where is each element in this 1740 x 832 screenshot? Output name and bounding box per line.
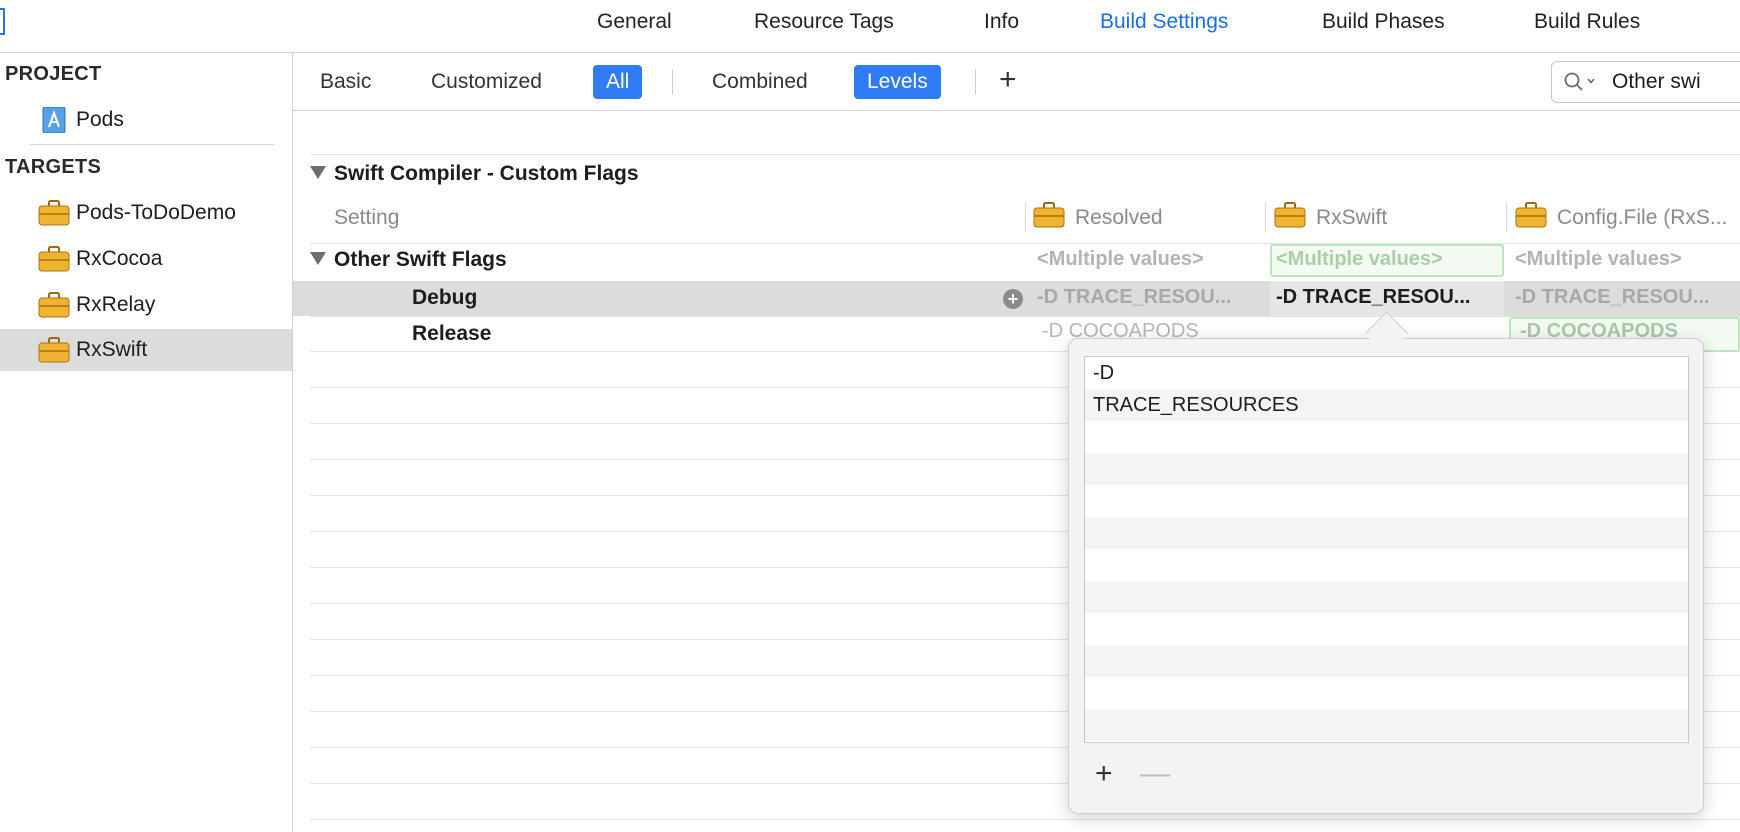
column-title: Resolved — [1075, 206, 1163, 229]
sidebar-item-pods[interactable]: Pods — [0, 99, 292, 141]
tab-build-rules[interactable]: Build Rules — [1534, 10, 1640, 34]
disclosure-triangle-icon — [310, 166, 326, 179]
toolbox-icon — [38, 200, 70, 226]
column-title: RxSwift — [1316, 206, 1388, 229]
debug-resolved-value[interactable]: -D TRACE_RESOU... — [1037, 286, 1257, 309]
tab-resource-tags[interactable]: Resource Tags — [754, 10, 894, 34]
sidebar-item-label: Pods-ToDoDemo — [76, 201, 236, 224]
setting-column-header: Setting — [334, 206, 400, 229]
empty-list-row — [1085, 677, 1688, 709]
debug-label: Debug — [412, 286, 478, 309]
search-field[interactable] — [1551, 61, 1740, 103]
project-header: PROJECT — [5, 63, 102, 85]
column-title: Config.File (RxS... — [1557, 206, 1728, 229]
filter-customized[interactable]: Customized — [431, 68, 542, 96]
search-input[interactable] — [1612, 68, 1740, 96]
flags-list: -D TRACE_RESOURCES — [1084, 356, 1689, 743]
debug-rxswift-value[interactable]: -D TRACE_RESOU... — [1276, 286, 1501, 309]
grid-line — [310, 154, 1740, 155]
empty-list-row — [1085, 645, 1688, 677]
section-title: Swift Compiler - Custom Flags — [334, 162, 639, 185]
toolbox-icon — [38, 246, 70, 272]
empty-list-row — [1085, 485, 1688, 517]
filter-all[interactable]: All — [593, 65, 643, 99]
toolbox-icon — [1515, 202, 1547, 228]
toolbox-icon — [1274, 202, 1306, 228]
sidebar-item-label: RxRelay — [76, 293, 156, 316]
sidebar-item-label: RxCocoa — [76, 247, 163, 270]
resolved-multiple-values[interactable]: <Multiple values> — [1037, 248, 1204, 271]
empty-list-row — [1085, 421, 1688, 453]
disclosure-triangle-icon — [310, 252, 326, 265]
release-label: Release — [412, 322, 492, 345]
sidebar-divider — [30, 144, 274, 145]
toolbox-icon — [38, 292, 70, 318]
filter-divider — [672, 69, 673, 95]
grid-line — [310, 243, 1740, 244]
config-multiple-values[interactable]: <Multiple values> — [1515, 248, 1682, 271]
search-icon — [1564, 72, 1595, 91]
rxswift-multiple-values[interactable]: <Multiple values> — [1276, 248, 1443, 271]
empty-list-row — [1085, 453, 1688, 485]
empty-list-row — [1085, 709, 1688, 741]
column-divider — [1025, 202, 1026, 232]
tab-build-phases[interactable]: Build Phases — [1322, 10, 1445, 34]
filter-basic[interactable]: Basic — [320, 68, 371, 96]
sidebar-item-pods-tododemo[interactable]: Pods-ToDoDemo — [0, 192, 292, 234]
add-condition-icon[interactable]: + — [1003, 289, 1023, 309]
flag-text: TRACE_RESOURCES — [1093, 394, 1299, 416]
remove-flag-button[interactable]: — — [1140, 759, 1170, 789]
toolbox-icon — [1033, 202, 1065, 228]
section-header-swift-compiler-custom-flags[interactable]: Swift Compiler - Custom Flags — [310, 162, 639, 186]
sidebar-item-label: RxSwift — [76, 338, 148, 361]
list-item[interactable]: TRACE_RESOURCES — [1085, 389, 1688, 421]
sidebar-item-rxcocoa[interactable]: RxCocoa — [0, 238, 292, 280]
add-build-setting-button[interactable]: + — [999, 65, 1017, 95]
add-flag-button[interactable]: + — [1095, 759, 1113, 789]
view-levels[interactable]: Levels — [854, 65, 941, 99]
empty-list-row — [1085, 549, 1688, 581]
focus-indicator — [0, 8, 5, 35]
list-item[interactable]: -D — [1085, 357, 1688, 389]
editor-tab-bar: General Resource Tags Info Build Setting… — [0, 0, 1740, 53]
debug-config-value[interactable]: -D TRACE_RESOU... — [1515, 286, 1737, 309]
grid-line — [310, 819, 1740, 820]
setting-name: Other Swift Flags — [334, 248, 507, 271]
view-combined[interactable]: Combined — [712, 68, 808, 96]
column-divider — [1506, 202, 1507, 232]
sidebar-item-rxswift[interactable]: RxSwift — [0, 329, 292, 371]
setting-row-other-swift-flags[interactable]: Other Swift Flags — [310, 248, 507, 272]
tab-info[interactable]: Info — [984, 10, 1019, 34]
filter-divider — [975, 69, 976, 95]
empty-list-row — [1085, 581, 1688, 613]
app-project-icon — [42, 107, 66, 133]
project-navigator-sidebar: PROJECT Pods TARGETS Pods-ToDoDemo RxCoc… — [0, 53, 293, 832]
sidebar-item-label: Pods — [76, 108, 124, 131]
targets-header: TARGETS — [5, 156, 102, 178]
tab-general[interactable]: General — [597, 10, 672, 34]
tab-build-settings[interactable]: Build Settings — [1100, 10, 1228, 34]
empty-list-row — [1085, 517, 1688, 549]
flag-text: -D — [1093, 362, 1115, 384]
column-divider — [1265, 202, 1266, 232]
sidebar-item-rxrelay[interactable]: RxRelay — [0, 284, 292, 326]
build-settings-filter-bar: Basic Customized All Combined Levels + — [293, 53, 1740, 111]
empty-list-row — [1085, 613, 1688, 645]
toolbox-icon — [38, 337, 70, 363]
